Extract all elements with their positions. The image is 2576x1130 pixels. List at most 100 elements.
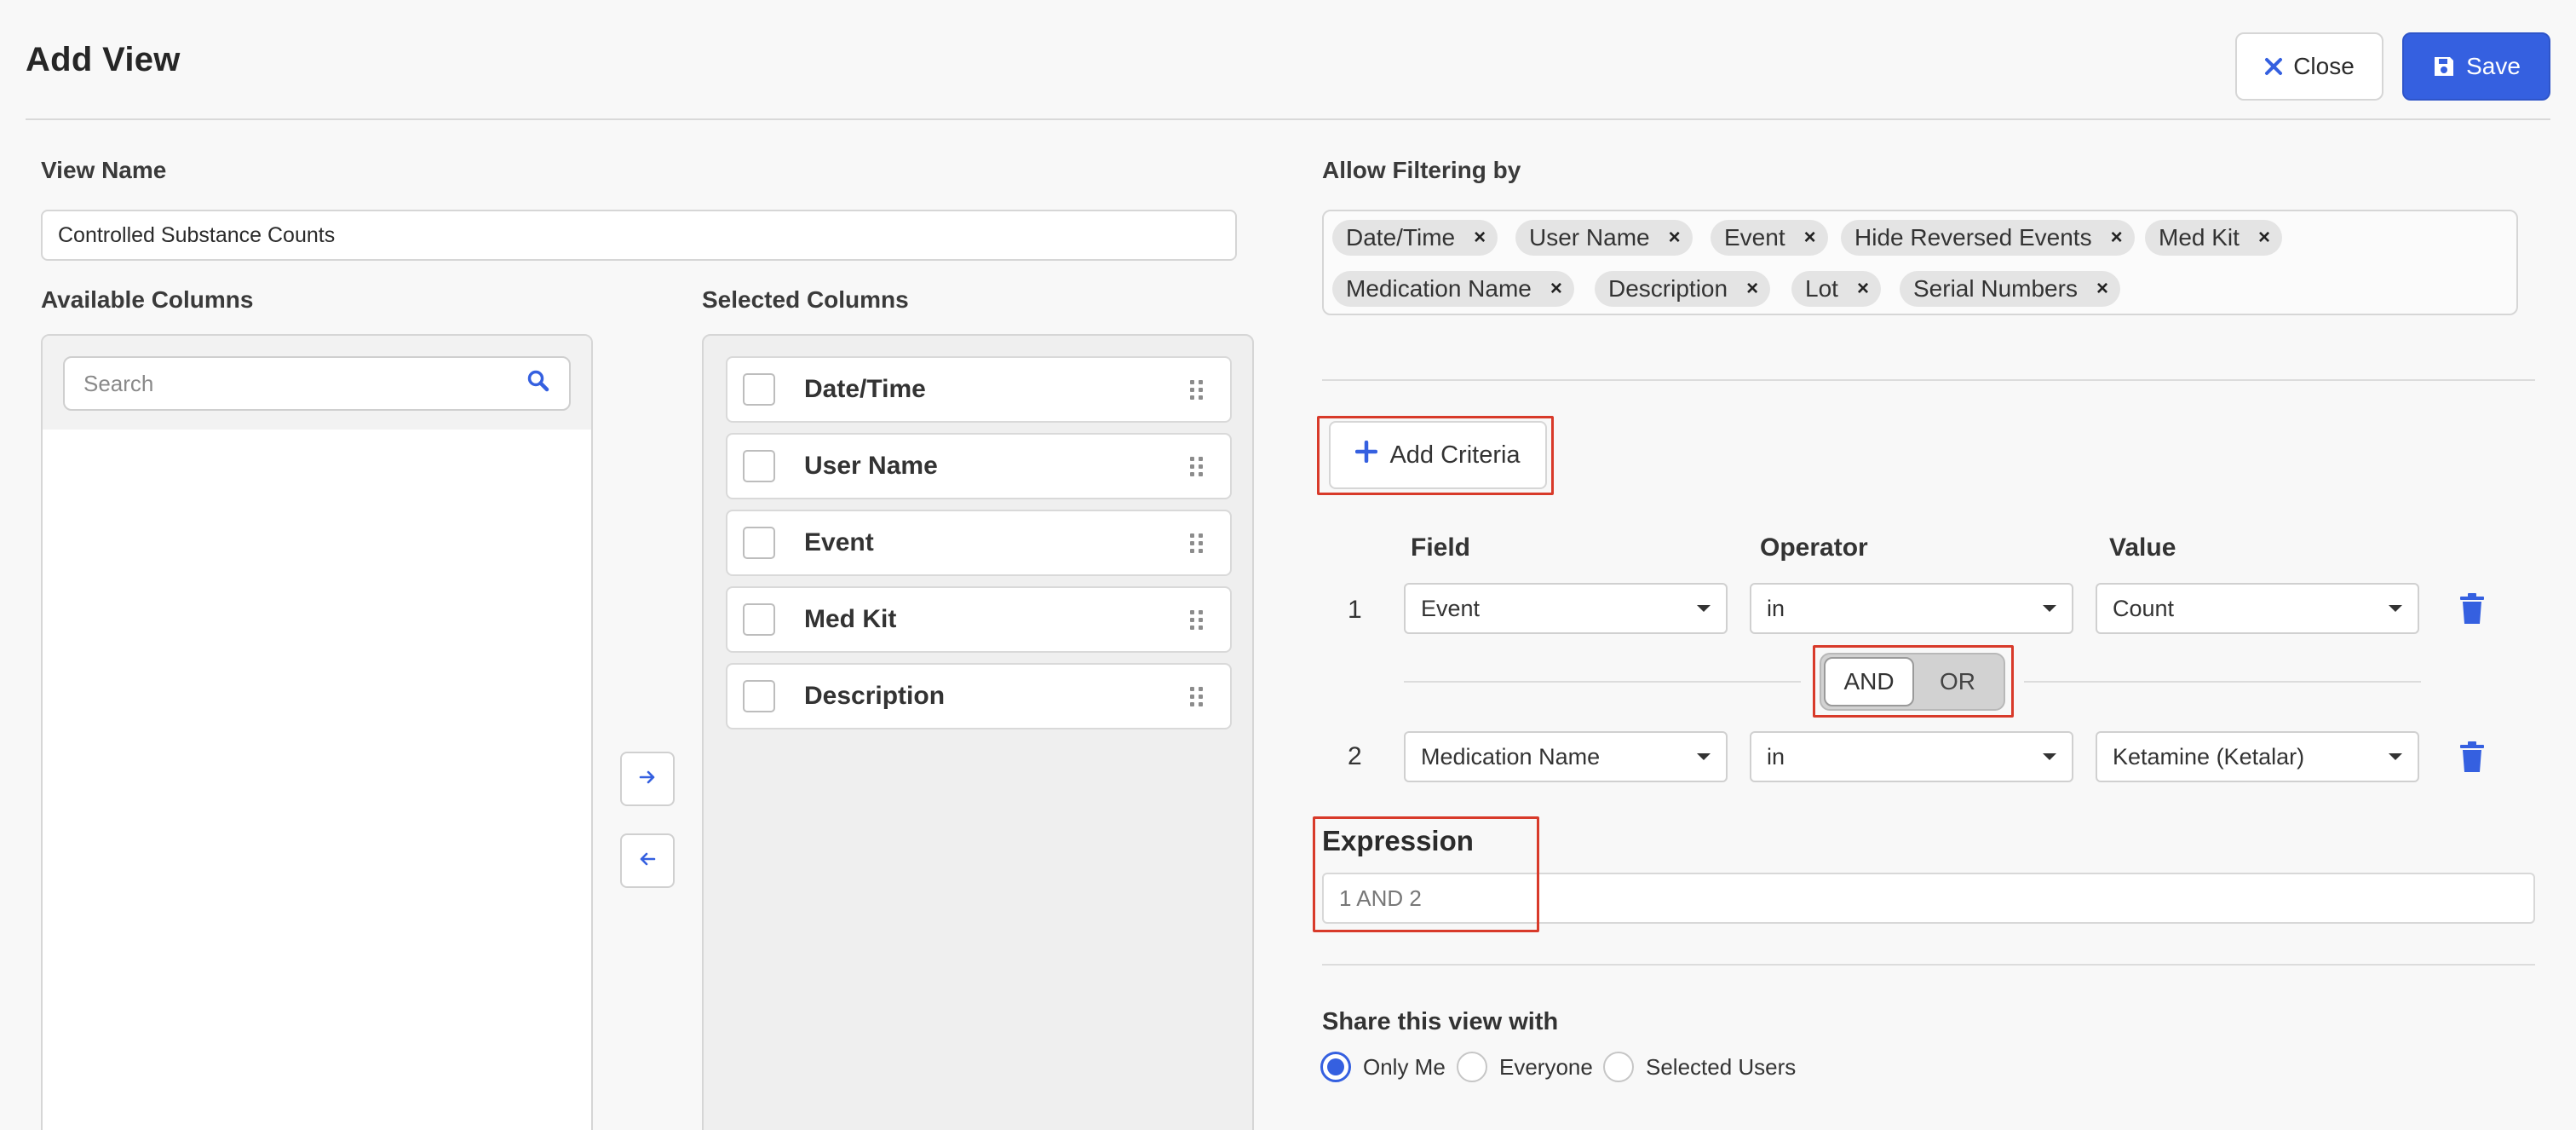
row-checkbox[interactable] [743, 373, 775, 406]
remove-chip-icon[interactable]: × [2096, 277, 2108, 301]
trash-icon[interactable] [2457, 740, 2487, 774]
available-columns-list[interactable]: Search [41, 334, 593, 1130]
row-checkbox[interactable] [743, 450, 775, 482]
remove-chip-icon[interactable]: × [1669, 226, 1681, 250]
search-input[interactable]: Search [63, 356, 571, 411]
field-select[interactable]: Event [1404, 583, 1728, 634]
remove-chip-icon[interactable]: × [2258, 226, 2270, 250]
remove-chip-icon[interactable]: × [1550, 277, 1562, 301]
filter-chips-input[interactable]: Date/Time × User Name × Event × Hide Rev… [1322, 210, 2518, 315]
filter-chip: Description × [1595, 271, 1771, 307]
caret-down-icon [2043, 605, 2056, 612]
remove-chip-icon[interactable]: × [1857, 277, 1869, 301]
arrow-left-icon [638, 850, 657, 873]
share-option-selected-users[interactable]: Selected Users [1603, 1052, 1796, 1082]
row-checkbox[interactable] [743, 527, 775, 559]
filter-chip-label: Event [1724, 224, 1785, 251]
list-item-label: Med Kit [804, 605, 897, 633]
radio-button[interactable] [1603, 1052, 1634, 1082]
move-right-button[interactable] [620, 752, 675, 806]
filter-chip: Hide Reversed Events × [1841, 220, 2135, 256]
view-name-value: Controlled Substance Counts [58, 222, 336, 247]
save-button[interactable]: Save [2402, 32, 2550, 101]
trash-icon[interactable] [2457, 591, 2487, 626]
filter-chip-label: Date/Time [1346, 224, 1456, 251]
add-criteria-button[interactable]: Add Criteria [1329, 421, 1547, 489]
radio-label: Selected Users [1646, 1053, 1797, 1080]
filter-chip: Serial Numbers × [1900, 271, 2120, 307]
filter-chip-label: Serial Numbers [1913, 275, 2078, 302]
list-item[interactable]: Description [726, 663, 1232, 729]
close-button[interactable]: Close [2235, 32, 2383, 101]
view-name-input[interactable]: Controlled Substance Counts [41, 210, 1237, 261]
filter-chip: Lot × [1791, 271, 1881, 307]
operator-column-header: Operator [1760, 533, 1868, 562]
field-select[interactable]: Medication Name [1404, 731, 1728, 782]
filter-chip: Event × [1711, 220, 1828, 256]
filter-chip-label: Lot [1805, 275, 1838, 302]
drag-handle-icon[interactable] [1190, 609, 1203, 630]
remove-chip-icon[interactable]: × [2111, 226, 2123, 250]
drag-handle-icon[interactable] [1190, 686, 1203, 706]
arrow-right-icon [638, 768, 657, 791]
value-select-value: Count [2113, 595, 2175, 621]
filter-chip-label: Medication Name [1346, 275, 1532, 302]
filter-chip-label: Med Kit [2159, 224, 2240, 251]
remove-chip-icon[interactable]: × [1474, 226, 1486, 250]
and-option[interactable]: AND [1824, 657, 1914, 706]
or-option[interactable]: OR [1914, 657, 2001, 706]
filter-chip-label: User Name [1529, 224, 1650, 251]
drag-handle-icon[interactable] [1190, 533, 1203, 553]
allow-filtering-label: Allow Filtering by [1322, 157, 1521, 183]
expression-label: Expression [1322, 825, 1474, 856]
caret-down-icon [1697, 605, 1711, 612]
move-left-button[interactable] [620, 833, 675, 888]
field-select-value: Event [1421, 595, 1481, 621]
search-icon[interactable] [526, 369, 550, 399]
save-button-label: Save [2466, 53, 2521, 79]
caret-down-icon [1697, 753, 1711, 760]
available-columns-label: Available Columns [41, 286, 254, 313]
value-column-header: Value [2109, 533, 2176, 562]
radio-label: Only Me [1363, 1053, 1446, 1080]
operator-select[interactable]: in [1750, 731, 2073, 782]
radio-button[interactable] [1457, 1052, 1487, 1082]
row-checkbox[interactable] [743, 603, 775, 636]
radio-label: Everyone [1499, 1053, 1593, 1080]
list-item-label: Date/Time [804, 375, 926, 403]
view-name-label: View Name [41, 157, 167, 183]
list-item[interactable]: User Name [726, 433, 1232, 499]
expression-input[interactable]: 1 AND 2 [1322, 873, 2535, 924]
and-or-toggle[interactable]: AND OR [1820, 653, 2005, 711]
criteria-row-number: 1 [1348, 596, 1362, 624]
floppy-disk-icon [2432, 55, 2456, 78]
remove-chip-icon[interactable]: × [1804, 226, 1816, 250]
search-placeholder: Search [83, 370, 154, 396]
close-button-label: Close [2293, 53, 2355, 79]
value-select[interactable]: Count [2096, 583, 2419, 634]
section-divider [1322, 379, 2535, 381]
drag-handle-icon[interactable] [1190, 456, 1203, 476]
field-select-value: Medication Name [1421, 743, 1601, 770]
caret-down-icon [2389, 605, 2402, 612]
value-select[interactable]: Ketamine (Ketalar) [2096, 731, 2419, 782]
operator-select[interactable]: in [1750, 583, 2073, 634]
radio-button[interactable] [1320, 1052, 1351, 1082]
criteria-row-number: 2 [1348, 742, 1362, 770]
logic-divider-left [1404, 681, 1801, 683]
filter-chip-label: Description [1608, 275, 1728, 302]
plus-icon [1355, 440, 1378, 470]
share-option-only-me[interactable]: Only Me [1320, 1052, 1446, 1082]
selected-columns-list: Date/Time User Name Event Med Kit Descri… [702, 334, 1254, 1130]
share-option-everyone[interactable]: Everyone [1457, 1052, 1593, 1082]
field-column-header: Field [1411, 533, 1471, 562]
remove-chip-icon[interactable]: × [1746, 277, 1758, 301]
list-item[interactable]: Date/Time [726, 356, 1232, 423]
list-item[interactable]: Med Kit [726, 586, 1232, 653]
row-checkbox[interactable] [743, 680, 775, 712]
list-item[interactable]: Event [726, 510, 1232, 576]
drag-handle-icon[interactable] [1190, 379, 1203, 400]
add-criteria-label: Add Criteria [1389, 441, 1521, 469]
selected-columns-label: Selected Columns [702, 286, 909, 313]
header-divider [26, 118, 2550, 120]
